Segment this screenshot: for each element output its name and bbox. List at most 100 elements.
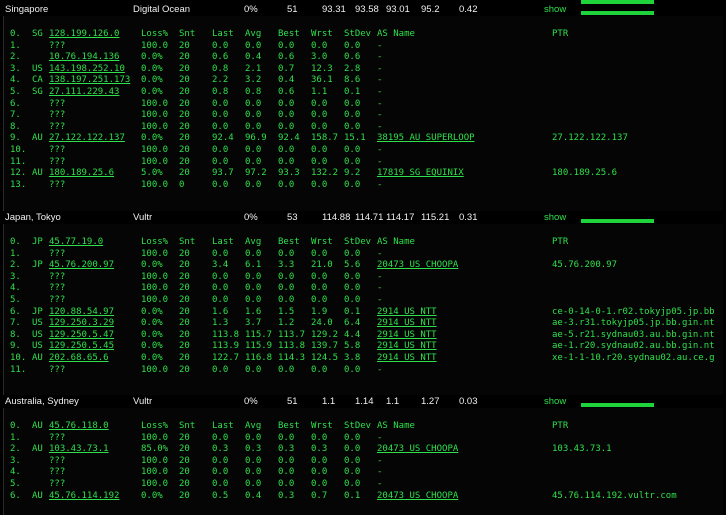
hop-wrst: 0.0 [311, 40, 328, 51]
hop-sd: 0.0 [344, 432, 361, 443]
hop-host[interactable]: 45.76.118.0 [49, 421, 109, 431]
hop-number: 0. [10, 237, 21, 247]
hop-as-name[interactable]: 20473 US CHOOPA [377, 260, 458, 270]
hop-number: 3. [10, 271, 21, 282]
hop-as-name[interactable]: 2914 US NTT [377, 318, 437, 328]
hop-host: ??? [49, 455, 66, 466]
hop-avg: 0.4 [245, 490, 262, 501]
show-link[interactable]: show [544, 4, 566, 15]
hop-snt: 20 [179, 479, 190, 489]
hop-loss: 100.0 [141, 40, 169, 51]
hop-host: ??? [49, 121, 66, 132]
header-stat: 1.1 [322, 396, 336, 407]
hop-as-name[interactable]: 17819 SG EQUINIX [377, 168, 464, 178]
hop-host[interactable]: 129.250.5.47 [49, 330, 114, 340]
hop-snt: Snt [179, 421, 196, 431]
hop-host[interactable]: 129.250.3.29 [49, 318, 114, 328]
hop-last: 0.0 [212, 40, 229, 51]
hop-as-name[interactable]: 2914 US NTT [377, 353, 437, 363]
hop-avg: 0.0 [245, 295, 262, 305]
header-stat: 53 [287, 212, 298, 223]
hop-host[interactable]: 138.197.251.173 [49, 75, 130, 85]
hop-best: 0.0 [278, 248, 295, 259]
hop-avg: 0.0 [245, 121, 262, 132]
hop-snt: 0 [179, 179, 185, 190]
hop-as-name[interactable]: 20473 US CHOOPA [377, 444, 458, 454]
hop-avg: Avg [245, 29, 262, 39]
hop-row: 2. 10.76.194.136 0.0% 20 0.6 0.4 0.6 3.0 0.6 - [4, 52, 723, 64]
hop-wrst: 0.0 [311, 467, 328, 478]
hop-host[interactable]: 45.77.19.0 [49, 237, 103, 247]
hop-host[interactable]: 27.111.229.43 [49, 87, 119, 97]
hop-loss: 0.0% [141, 353, 163, 363]
hop-best: 0.0 [278, 467, 295, 478]
header-stat: 0.31 [459, 212, 478, 223]
hop-row: 1.??? 100.0 20 0.0 0.0 0.0 0.0 0.0 - [4, 433, 723, 445]
hop-as-name: AS Name [377, 421, 415, 431]
show-link[interactable]: show [544, 212, 566, 223]
show-link[interactable]: show [544, 396, 566, 407]
hop-snt: 20 [179, 341, 190, 352]
hop-as-name[interactable]: 2914 US NTT [377, 341, 437, 351]
hop-row: 12. AU 180.189.25.6 5.0% 20 93.7 97.2 93.3 132.2… [4, 168, 723, 180]
hop-as-name[interactable]: 2914 US NTT [377, 307, 437, 317]
hop-host[interactable]: 45.76.200.97 [49, 260, 114, 270]
hop-best: Best [278, 421, 300, 431]
hop-number: 7. [10, 318, 21, 329]
hop-last: 122.7 [212, 353, 240, 363]
hop-wrst: 132.2 [311, 168, 339, 179]
hop-host[interactable]: 128.199.126.0 [49, 29, 119, 39]
hop-avg: 0.0 [245, 110, 262, 121]
hop-as-name[interactable]: 38195 AU SUPERLOOP [377, 133, 475, 143]
hop-last: 0.6 [212, 52, 229, 63]
hop-wrst: 0.0 [311, 121, 328, 132]
hop-host[interactable]: 202.68.65.6 [49, 353, 109, 363]
hop-host[interactable]: 120.88.54.97 [49, 307, 114, 317]
hop-loss: 100.0 [141, 248, 169, 259]
hop-best: 0.0 [278, 295, 295, 305]
location-name: Singapore [5, 4, 49, 15]
hop-number: 7. [10, 110, 21, 121]
hop-best: Best [278, 237, 300, 247]
hop-loss: 0.0% [141, 306, 163, 317]
hop-best: 0.0 [278, 455, 295, 466]
country-code: SG [32, 87, 43, 97]
hop-loss: 0.0% [141, 341, 163, 352]
hop-avg: 0.0 [245, 479, 262, 489]
hop-row: 11.??? 100.0 20 0.0 0.0 0.0 0.0 0.0 - [4, 157, 723, 169]
hop-host[interactable]: 103.43.73.1 [49, 444, 109, 454]
hop-host[interactable]: 27.122.122.137 [49, 133, 125, 143]
hop-number: 1. [10, 248, 21, 259]
hop-host[interactable]: 129.250.5.45 [49, 341, 114, 351]
hop-number: 11. [10, 364, 27, 375]
hop-avg: 0.0 [245, 98, 262, 109]
hop-sd: 0.0 [344, 248, 361, 259]
hop-snt: 20 [179, 260, 190, 271]
hop-number: 9. [10, 133, 21, 144]
hop-snt: 20 [179, 110, 190, 121]
hop-host[interactable]: 10.76.194.136 [49, 52, 119, 62]
hop-host[interactable]: 143.198.252.10 [49, 64, 125, 74]
hop-as-name[interactable]: 20473 US CHOOPA [377, 491, 458, 501]
country-code: JP [32, 306, 43, 317]
hop-loss: 100.0 [141, 295, 169, 305]
hop-as-name[interactable]: 2914 US NTT [377, 330, 437, 340]
hop-row: 2. JP 45.76.200.97 0.0% 20 3.4 6.1 3.3 21.0 5.6 20… [4, 260, 723, 272]
hop-row: 1.??? 100.0 20 0.0 0.0 0.0 0.0 0.0 - [4, 249, 723, 261]
hop-sd: 0.0 [344, 40, 361, 51]
hop-wrst: 3.0 [311, 52, 328, 63]
hop-host[interactable]: 180.189.25.6 [49, 168, 114, 178]
hop-snt: 20 [179, 467, 190, 478]
hop-row: 1.??? 100.0 20 0.0 0.0 0.0 0.0 0.0 - [4, 41, 723, 53]
header-stat: 51 [287, 396, 298, 407]
hop-wrst: 0.0 [311, 455, 328, 466]
hop-row: 7. US 129.250.3.29 0.0% 20 1.3 3.7 1.2 24.0 6.4 29… [4, 318, 723, 330]
hop-number: 1. [10, 432, 21, 443]
location-name: Japan, Tokyo [5, 212, 61, 223]
hop-loss: 0.0% [141, 75, 163, 86]
hop-best: 114.3 [278, 353, 306, 363]
hop-snt: 20 [179, 121, 190, 132]
header-stat: 51 [287, 4, 298, 15]
hop-as-name: - [377, 479, 383, 489]
hop-host[interactable]: 45.76.114.192 [49, 491, 119, 501]
